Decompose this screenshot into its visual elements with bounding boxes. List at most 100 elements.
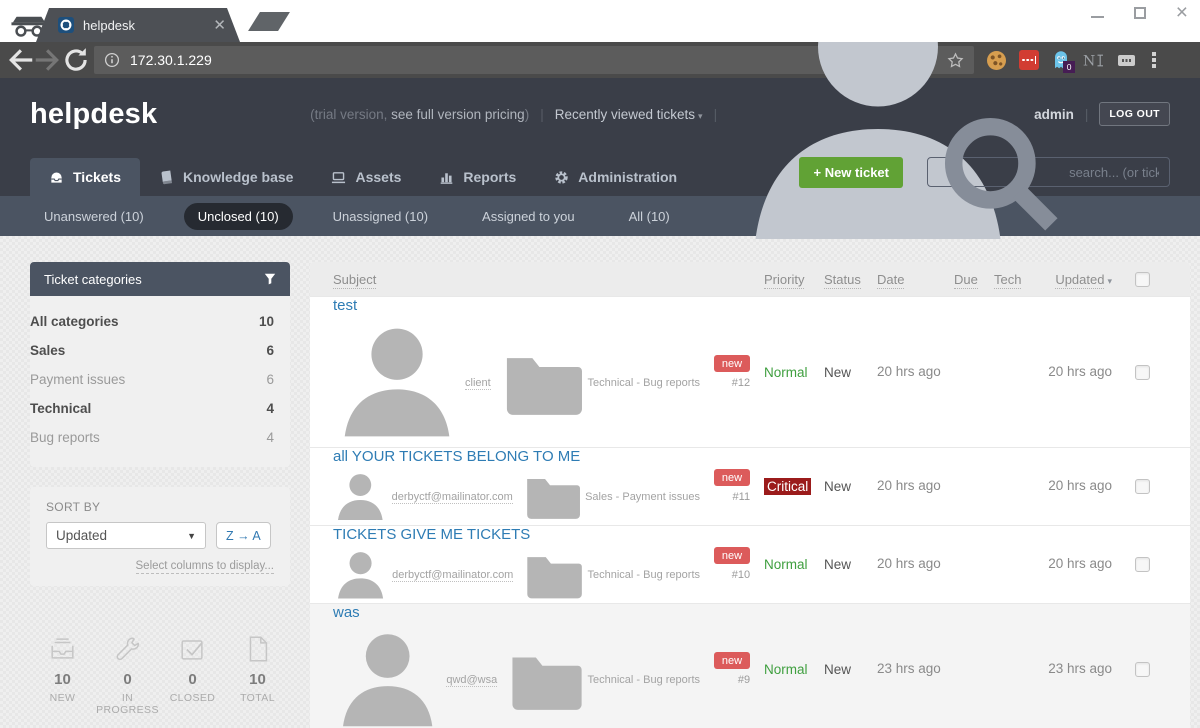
nav-tab[interactable]: Administration [535,158,696,196]
ghostery-badge: 0 [1063,61,1075,73]
ticket-category[interactable]: Technical - Bug reports [588,569,701,581]
priority-value: Normal [764,365,808,380]
app-logo[interactable]: helpdesk [30,98,157,131]
date-value: 23 hrs ago [877,661,941,676]
stat-value: 0 [160,671,225,688]
search-input[interactable] [1069,165,1159,180]
ticket-from[interactable]: derbyctf@mailinator.com [392,569,513,582]
column-status[interactable]: Status [824,272,861,289]
new-badge: new [714,355,750,372]
select-all-checkbox[interactable] [1135,272,1150,287]
category-item[interactable]: Payment issues 6 [30,365,290,394]
category-count: 4 [266,430,274,445]
stat-value: 10 [225,671,290,688]
sort-order-button[interactable]: Z → A [216,522,271,549]
user-icon [333,626,442,728]
stat-item: 0 CLOSED [160,634,225,716]
ticket-subject-link[interactable]: TICKETS GIVE ME TICKETS [333,526,530,543]
inbox-icon [30,634,95,664]
categories-title: Ticket categories [44,272,142,287]
row-checkbox[interactable] [1135,557,1150,572]
category-item[interactable]: All categories 10 [30,307,290,336]
page-icon [225,634,290,664]
ticket-row[interactable]: TICKETS GIVE ME TICKETS derbyctf@mailina… [310,525,1190,603]
pricing-link[interactable]: see full version pricing [391,107,525,122]
category-item[interactable]: Sales 6 [30,336,290,365]
category-count: 4 [266,401,274,416]
ticket-from[interactable]: client [465,377,491,390]
search-box[interactable] [927,157,1170,187]
ticket-from[interactable]: derbyctf@mailinator.com [392,491,513,504]
window-maximize-button[interactable] [1134,7,1146,19]
ticket-category[interactable]: Technical - Bug reports [588,674,701,686]
ticket-row[interactable]: all YOUR TICKETS BELONG TO ME derbyctf@m… [310,447,1190,525]
window-minimize-button[interactable] [1091,16,1104,18]
column-updated[interactable]: Updated [1055,272,1104,289]
new-tab-button[interactable] [248,12,290,31]
stat-item: 10 NEW [30,634,95,716]
ticket-category[interactable]: Technical - Bug reports [588,377,701,389]
new-ticket-button[interactable]: + New ticket [799,157,903,188]
ticket-subject-link[interactable]: all YOUR TICKETS BELONG TO ME [333,448,580,465]
logout-button[interactable]: LOG OUT [1099,102,1170,126]
nav-tab[interactable]: Assets [312,158,420,196]
ticket-row[interactable]: test client Technical - Bug reports new … [310,296,1190,447]
window-close-button[interactable]: × [1176,6,1188,20]
column-subject[interactable]: Subject [333,272,376,289]
row-checkbox[interactable] [1135,365,1150,380]
ticket-from[interactable]: qwd@wsa [446,674,497,687]
column-tech[interactable]: Tech [994,272,1021,289]
stat-value: 0 [95,671,160,688]
chevron-down-icon: ▾ [698,111,703,121]
ticket-row[interactable]: was qwd@wsa Technical - Bug reports new … [310,603,1190,728]
ticket-subject-link[interactable]: was [333,604,360,621]
stat-label: CLOSED [160,692,225,704]
administration-icon [554,170,569,185]
sort-field-select[interactable]: Updated ▼ [46,522,206,549]
filter-item[interactable]: Assigned to you [468,203,589,230]
ghostery-extension-icon[interactable]: 0 [1052,50,1070,70]
tickets-table: Subject Priority Status Date Due Tech Up… [310,262,1190,728]
date-value: 20 hrs ago [877,364,941,379]
select-columns-link[interactable]: Select columns to display... [46,560,274,572]
folder-icon [523,552,583,599]
date-value: 20 hrs ago [877,556,941,571]
new-badge: new [714,469,750,486]
recently-viewed-dropdown[interactable]: Recently viewed tickets▾ [555,107,703,122]
reload-button[interactable] [62,46,90,74]
tab-title: helpdesk [83,18,205,33]
table-header: Subject Priority Status Date Due Tech Up… [310,262,1190,296]
row-checkbox[interactable] [1135,479,1150,494]
window-controls: × [1091,6,1188,20]
column-date[interactable]: Date [877,272,904,289]
filter-item[interactable]: All (10) [615,203,684,230]
nav-tab[interactable]: Reports [420,158,535,196]
ticket-subject-link[interactable]: test [333,297,357,314]
category-item[interactable]: Technical 4 [30,394,290,423]
filter-item[interactable]: Unclosed (10) [184,203,293,230]
column-priority[interactable]: Priority [764,272,804,289]
row-checkbox[interactable] [1135,662,1150,677]
back-button[interactable] [6,46,34,74]
browser-tab[interactable]: helpdesk ✕ [36,8,240,42]
updated-value: 20 hrs ago [1048,364,1112,379]
new-badge: new [714,547,750,564]
page-info-icon[interactable] [104,52,120,68]
user-icon [333,470,388,525]
ticket-category[interactable]: Sales - Payment issues [585,491,700,503]
status-value: New [824,365,851,380]
forward-button[interactable] [34,46,62,74]
nav-tab[interactable]: Tickets [30,158,140,196]
status-value: New [824,479,851,494]
user-icon [333,319,461,447]
category-item[interactable]: Bug reports 4 [30,423,290,452]
filter-item[interactable]: Unassigned (10) [319,203,442,230]
tab-close-icon[interactable]: ✕ [213,18,226,33]
filter-funnel-icon[interactable] [264,273,276,285]
column-due[interactable]: Due [954,272,978,289]
filter-item[interactable]: Unanswered (10) [30,203,158,230]
nav-tab[interactable]: Knowledge base [140,158,312,196]
stat-label: NEW [30,692,95,704]
status-value: New [824,662,851,677]
ticket-id: #11 [733,491,751,503]
